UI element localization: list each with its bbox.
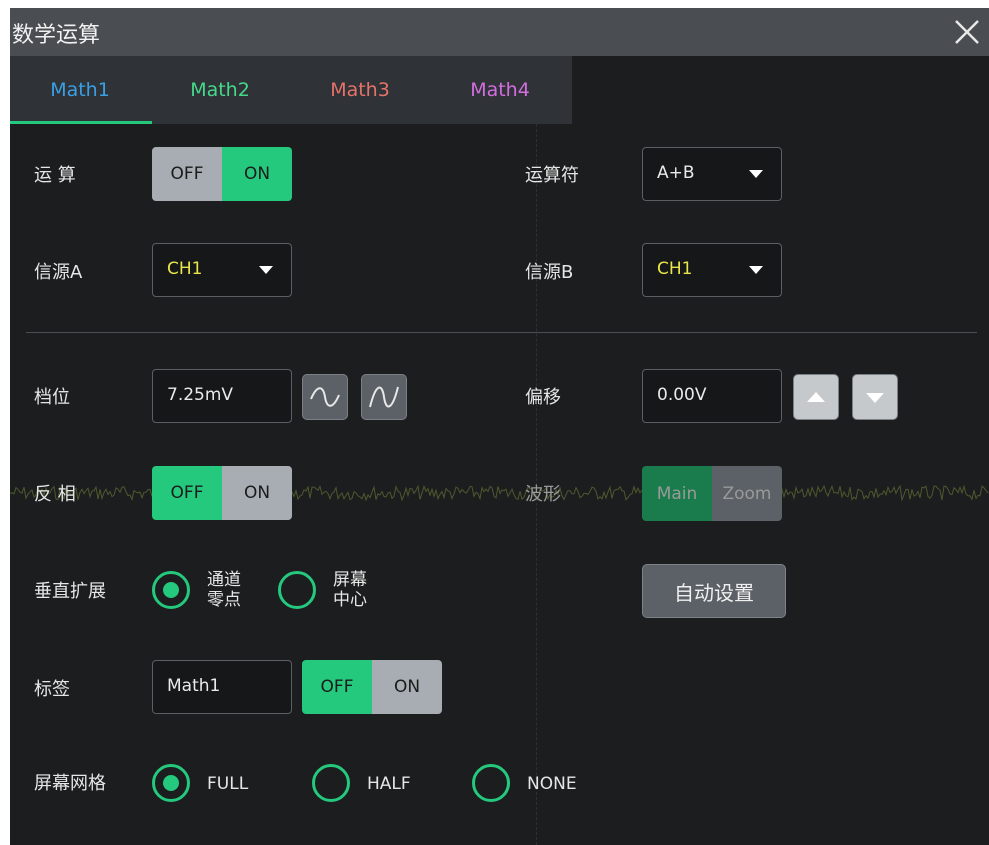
offset-up-button[interactable] <box>793 374 839 420</box>
source-a-label: 信源A <box>34 262 83 283</box>
source-b-label: 信源B <box>525 262 574 283</box>
math-settings-panel: 数学运算 Math1 Math2 Math3 Math4 运 算 OFF ON … <box>10 8 989 845</box>
grid-label: 屏幕网格 <box>34 773 106 794</box>
operation-off-option[interactable]: OFF <box>152 147 222 201</box>
offset-down-button[interactable] <box>852 374 898 420</box>
radio-grid-full-label: FULL <box>207 774 249 794</box>
autoset-button[interactable]: 自动设置 <box>642 564 786 618</box>
offset-input[interactable]: 0.00V <box>642 369 782 423</box>
radio-label-line: 通道 <box>207 570 241 590</box>
tag-toggle[interactable]: OFF ON <box>302 660 442 714</box>
operator-label: 运算符 <box>525 165 579 186</box>
tab-math2[interactable]: Math2 <box>150 56 290 124</box>
radio-grid-half[interactable] <box>312 764 350 802</box>
tag-label: 标签 <box>34 679 70 700</box>
operation-label: 运 算 <box>34 165 76 186</box>
invert-on-option[interactable]: ON <box>222 466 292 520</box>
scale-input[interactable]: 7.25mV <box>152 369 292 423</box>
invert-label: 反 相 <box>34 484 76 505</box>
fine-adjust-button[interactable] <box>361 374 407 420</box>
vertical-expand-label: 垂直扩展 <box>34 581 106 602</box>
source-b-value: CH1 <box>657 259 693 279</box>
source-b-dropdown[interactable]: CH1 <box>642 243 782 297</box>
radio-grid-none[interactable] <box>472 764 510 802</box>
active-tab-indicator <box>10 121 152 124</box>
invert-off-option[interactable]: OFF <box>152 466 222 520</box>
offset-label: 偏移 <box>525 387 561 408</box>
radio-grid-full[interactable] <box>152 764 190 802</box>
tab-label: Math2 <box>190 79 250 101</box>
tab-math4[interactable]: Math4 <box>430 56 570 124</box>
chevron-down-icon <box>749 266 763 274</box>
waveform-toggle[interactable]: Main Zoom <box>642 466 782 521</box>
radio-label-line: 屏幕 <box>333 570 367 590</box>
waveform-main-option[interactable]: Main <box>642 466 712 521</box>
source-a-dropdown[interactable]: CH1 <box>152 243 292 297</box>
chevron-down-icon <box>749 170 763 178</box>
scale-label: 档位 <box>34 387 70 408</box>
title-bar: 数学运算 <box>10 8 989 56</box>
radio-label-line: 中心 <box>333 590 367 610</box>
fine-adjust-icon <box>369 386 399 408</box>
tag-value: Math1 <box>167 676 221 696</box>
tab-bar: Math1 Math2 Math3 Math4 <box>10 56 572 124</box>
source-a-value: CH1 <box>167 259 203 279</box>
arrow-up-icon <box>807 392 825 402</box>
chevron-down-icon <box>259 266 273 274</box>
radio-selected-dot <box>163 775 179 791</box>
radio-label-line: 零点 <box>207 590 241 610</box>
tag-input[interactable]: Math1 <box>152 660 292 714</box>
tab-label: Math4 <box>470 79 530 101</box>
operator-dropdown[interactable]: A+B <box>642 147 782 201</box>
radio-channel-zero-label: 通道 零点 <box>207 570 241 610</box>
section-divider <box>26 332 977 333</box>
coarse-adjust-button[interactable] <box>302 374 348 420</box>
waveform-zoom-option[interactable]: Zoom <box>712 466 782 521</box>
tag-on-option[interactable]: ON <box>372 660 442 714</box>
tab-math1[interactable]: Math1 <box>10 56 150 124</box>
scale-value: 7.25mV <box>167 385 234 405</box>
close-icon[interactable] <box>949 14 985 50</box>
offset-value: 0.00V <box>657 385 707 405</box>
radio-screen-center-label: 屏幕 中心 <box>333 570 367 610</box>
window-title: 数学运算 <box>12 23 101 48</box>
radio-screen-center[interactable] <box>278 571 316 609</box>
coarse-adjust-icon <box>310 387 340 407</box>
radio-selected-dot <box>163 582 179 598</box>
invert-toggle[interactable]: OFF ON <box>152 466 292 520</box>
radio-grid-none-label: NONE <box>527 774 577 794</box>
waveform-label: 波形 <box>525 484 561 505</box>
tab-math3[interactable]: Math3 <box>290 56 430 124</box>
tab-label: Math1 <box>50 79 110 101</box>
radio-grid-half-label: HALF <box>367 774 411 794</box>
tag-off-option[interactable]: OFF <box>302 660 372 714</box>
radio-channel-zero[interactable] <box>152 571 190 609</box>
operation-toggle[interactable]: OFF ON <box>152 147 292 201</box>
tab-label: Math3 <box>330 79 390 101</box>
operation-on-option[interactable]: ON <box>222 147 292 201</box>
arrow-down-icon <box>866 393 884 403</box>
operator-value: A+B <box>657 163 695 183</box>
